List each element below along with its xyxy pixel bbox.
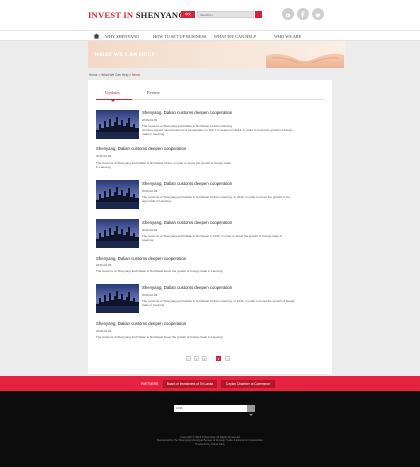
news-description: The customs of Shenyang and Dalian in No…	[96, 269, 224, 273]
news-title[interactable]: Shenyang, Dalian customs deepen cooperat…	[96, 256, 186, 261]
news-title[interactable]: Shenyang, Dalian customs deepen cooperat…	[142, 285, 232, 290]
city-skyline-image	[96, 110, 139, 139]
news-description: The customs of Shenyang and Dalian in No…	[142, 234, 283, 242]
chevron-down-icon	[249, 413, 253, 416]
news-title[interactable]: Shenyang, Dalian customs deepen cooperat…	[142, 220, 232, 225]
news-thumbnail[interactable]	[96, 219, 139, 248]
language-switch-button[interactable]: 中文	[181, 11, 195, 18]
partners-bar: PARTNERS Board of Investment of Sri Lank…	[0, 376, 420, 391]
news-description: The customs of Shenyang and Dalian in No…	[142, 195, 291, 203]
weibo-icon	[285, 13, 291, 18]
weibo-button[interactable]	[282, 8, 294, 20]
city-skyline-image	[96, 180, 139, 209]
news-description: The customs of Shenyang and Dalian in No…	[142, 124, 293, 136]
site-logo[interactable]: INVEST IN SHENYANG	[88, 10, 185, 20]
news-date: 2016-02-09	[142, 228, 158, 232]
news-description: The customs of Shenyang and Dalian in No…	[96, 161, 231, 169]
search-icon	[256, 18, 261, 23]
hands-illustration	[266, 53, 344, 68]
news-title[interactable]: Shenyang, Dalian customs deepen cooperat…	[142, 181, 232, 186]
facebook-button[interactable]	[297, 8, 309, 20]
news-description: The customs of Shenyang and Dalian in No…	[142, 299, 295, 307]
news-date: 2016-02-09	[142, 189, 158, 193]
site-footer	[0, 391, 420, 467]
link-select[interactable]: LINK	[174, 405, 255, 412]
tab-updates[interactable]: Updates	[105, 90, 120, 95]
pagination-page-2[interactable]: 2	[202, 356, 207, 361]
news-thumbnail[interactable]	[96, 180, 139, 209]
main-nav: WHY SHENYANG HOW TO SET UP BUSINESS WHAT…	[0, 30, 420, 41]
pagination-page-current[interactable]: 3	[216, 356, 221, 361]
site-header: INVEST IN SHENYANG 中文	[0, 0, 420, 30]
news-thumbnail[interactable]	[96, 284, 139, 313]
news-date: 2016-02-09	[142, 118, 158, 122]
partners-label: PARTNERS	[141, 382, 159, 386]
tab-events[interactable]: Events	[147, 90, 160, 95]
partner-link-board-of-investment[interactable]: Board of Investment of Sri Lanka	[163, 380, 217, 388]
pagination-next-button[interactable]: >	[225, 356, 230, 361]
pagination-prev-button[interactable]: <	[186, 356, 191, 361]
pagination-page-1[interactable]: 1	[194, 356, 199, 361]
twitter-button[interactable]	[312, 8, 324, 20]
home-icon[interactable]	[93, 33, 100, 39]
news-title[interactable]: Shenyang, Dalian customs deepen cooperat…	[142, 110, 232, 115]
news-description: The customs of Shenyang and Dalian in No…	[96, 335, 224, 339]
banner-title: WHAT WE CAN HELP	[94, 52, 156, 58]
partner-link-ceylon-chamber[interactable]: Ceylon Chamber of Commerce	[221, 380, 275, 388]
news-thumbnail[interactable]	[96, 110, 139, 139]
twitter-icon	[315, 13, 321, 18]
news-title[interactable]: Shenyang, Dalian customs deepen cooperat…	[96, 146, 186, 151]
facebook-icon	[301, 11, 305, 18]
nav-item-who-we-are[interactable]: WHO WE ARE	[274, 34, 301, 39]
news-date: 2016-02-09	[96, 263, 112, 267]
nav-item-why-shenyang[interactable]: WHY SHENYANG	[105, 34, 139, 39]
tab-active-caret	[111, 100, 115, 102]
breadcrumb: Home > What We Can Help > News	[89, 73, 140, 77]
link-select-toggle[interactable]	[247, 405, 255, 416]
news-date: 2016-02-09	[142, 293, 158, 297]
search-button[interactable]	[255, 11, 262, 23]
search-input[interactable]	[197, 11, 254, 18]
news-date: 2016-02-09	[96, 154, 112, 158]
copyright-text: Copyright © 2016 China Daily All Rights …	[156, 436, 264, 446]
news-title[interactable]: Shenyang, Dalian customs deepen cooperat…	[96, 321, 186, 326]
news-date: 2016-02-09	[96, 329, 112, 333]
city-skyline-image	[96, 284, 139, 313]
nav-item-set-up-business[interactable]: HOW TO SET UP BUSINESS	[153, 34, 206, 39]
city-skyline-image	[96, 219, 139, 248]
nav-item-what-we-can-help[interactable]: WHAT WE CAN HELP	[214, 34, 256, 39]
